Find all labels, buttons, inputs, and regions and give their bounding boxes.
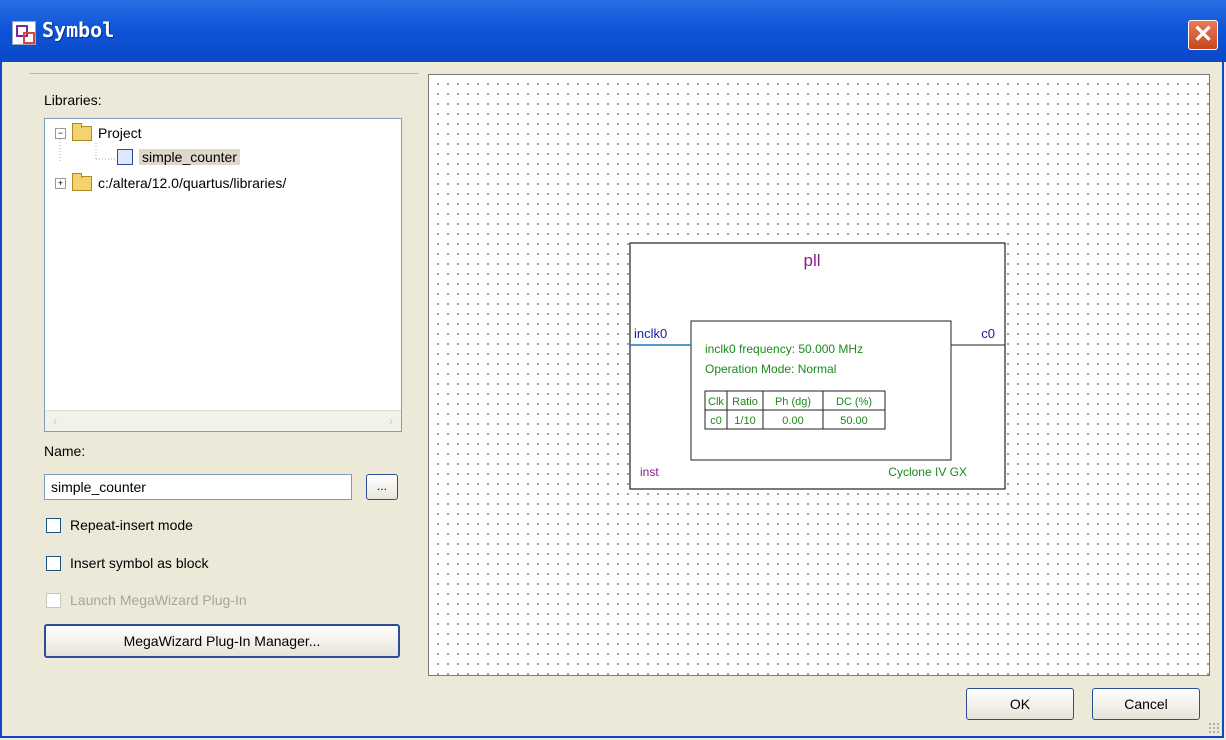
insert-as-block-checkbox[interactable] <box>46 555 61 571</box>
horizontal-scrollbar[interactable]: ‹ › <box>45 410 401 431</box>
insert-as-block-option[interactable]: Insert symbol as block <box>46 555 209 571</box>
table-header-cell: DC (%) <box>836 396 872 408</box>
table-cell: c0 <box>710 415 722 427</box>
resize-grip-icon[interactable] <box>1208 722 1220 734</box>
table-cell: 0.00 <box>782 415 803 427</box>
libraries-tree[interactable]: − Project simple_counter + c:/altera/12.… <box>44 118 402 432</box>
input-port-label: inclk0 <box>634 326 667 341</box>
table-cell: 1/10 <box>734 415 755 427</box>
tree-item-label: simple_counter <box>139 149 240 165</box>
output-port-label: c0 <box>981 326 995 341</box>
device-label: Cyclone IV GX <box>888 465 967 479</box>
expand-icon[interactable]: + <box>55 177 66 189</box>
browse-button[interactable]: ... <box>366 474 398 500</box>
megawizard-manager-button[interactable]: MegaWizard Plug-In Manager... <box>44 624 400 658</box>
tree-connector-lines <box>59 139 115 163</box>
table-header-cell: Clk <box>708 396 724 408</box>
table-header-cell: Ph (dg) <box>775 396 811 408</box>
symbol-app-icon <box>12 21 36 45</box>
repeat-insert-option[interactable]: Repeat-insert mode <box>46 517 193 533</box>
symbol-name: pll <box>803 251 820 270</box>
launch-megawizard-checkbox <box>46 592 61 608</box>
mode-info: Operation Mode: Normal <box>705 362 836 376</box>
symbol-preview-canvas[interactable]: pll inclk0 c0 inclk0 frequency: 50.000 M… <box>428 74 1210 676</box>
name-input[interactable]: simple_counter <box>44 474 352 500</box>
name-label: Name: <box>44 443 86 459</box>
launch-megawizard-label: Launch MegaWizard Plug-In <box>70 592 247 608</box>
ok-button[interactable]: OK <box>966 688 1074 720</box>
separator <box>30 73 418 74</box>
repeat-insert-label: Repeat-insert mode <box>70 517 193 533</box>
frequency-info: inclk0 frequency: 50.000 MHz <box>705 342 863 356</box>
close-button[interactable]: ✕ <box>1188 20 1218 50</box>
scroll-left-icon[interactable]: ‹ <box>47 413 63 429</box>
symbol-dialog: Symbol ✕ Libraries: − Project simple_cou… <box>0 0 1226 740</box>
pll-symbol: pll inclk0 c0 inclk0 frequency: 50.000 M… <box>629 242 1006 490</box>
table-header-cell: Ratio <box>732 396 758 408</box>
cancel-button[interactable]: Cancel <box>1092 688 1200 720</box>
window-title: Symbol <box>42 18 115 42</box>
instance-label: inst <box>640 465 659 479</box>
title-bar: Symbol ✕ <box>0 0 1226 62</box>
scroll-right-icon[interactable]: › <box>383 413 399 429</box>
insert-as-block-label: Insert symbol as block <box>70 555 209 571</box>
launch-megawizard-option: Launch MegaWizard Plug-In <box>46 592 247 608</box>
libraries-label: Libraries: <box>44 92 102 108</box>
repeat-insert-checkbox[interactable] <box>46 517 61 533</box>
table-cell: 50.00 <box>840 415 868 427</box>
